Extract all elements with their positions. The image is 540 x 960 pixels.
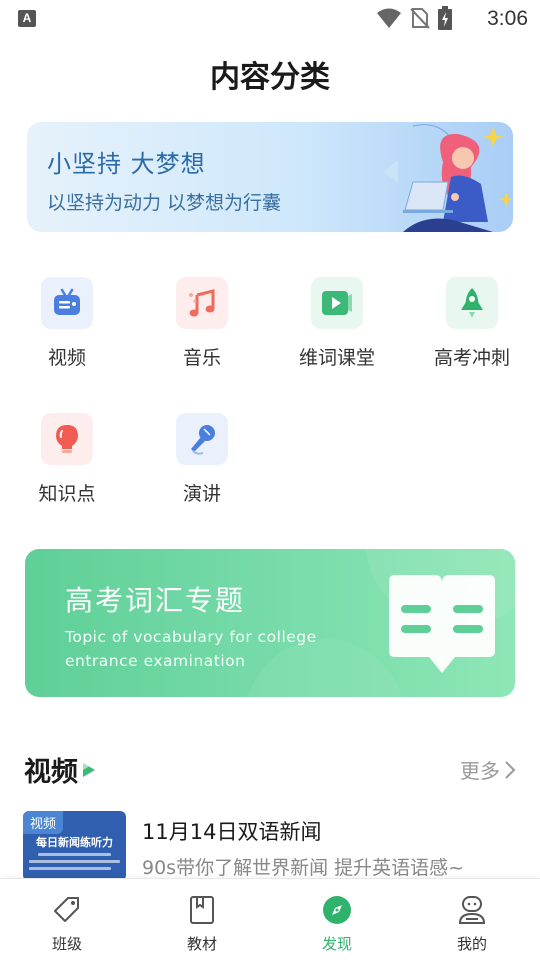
- page-title: 内容分类: [210, 60, 330, 95]
- vocab-card-title: 高考词汇专题: [65, 584, 246, 617]
- category-exam-sprint[interactable]: 高考冲刺: [422, 277, 522, 370]
- nav-label: 班级: [51, 935, 82, 953]
- more-link[interactable]: 更多: [460, 755, 516, 784]
- category-vocab-class[interactable]: 维词课堂: [287, 277, 387, 370]
- video-title[interactable]: 11月14日双语新闻: [142, 816, 321, 846]
- clock: 3:06: [487, 7, 528, 30]
- music-note-icon: [176, 277, 228, 329]
- thumbnail-text-lines: [29, 853, 120, 874]
- category-label: 音乐: [182, 347, 221, 369]
- bottom-navigation: 班级 教材 发现 我的: [0, 878, 540, 960]
- category-video[interactable]: 视频: [17, 277, 117, 370]
- promo-banner[interactable]: 小坚持 大梦想 以坚持为动力 以梦想为行囊: [27, 122, 513, 232]
- category-label: 高考冲刺: [433, 347, 510, 369]
- nav-tab-discover[interactable]: 发现: [292, 879, 382, 960]
- nav-tab-class[interactable]: 班级: [22, 879, 112, 960]
- video-play-icon: [311, 277, 363, 329]
- nav-label: 发现: [321, 935, 352, 953]
- status-bar: A 3:06: [0, 0, 540, 36]
- video-thumbnail[interactable]: 视频 每日新闻练听力: [23, 811, 126, 881]
- no-sim-icon: [410, 8, 430, 29]
- battery-charging-icon: [438, 6, 452, 30]
- more-label: 更多: [460, 759, 500, 783]
- notification-badge: A: [18, 10, 36, 27]
- category-speech[interactable]: 演讲: [152, 413, 252, 506]
- nav-label: 我的: [456, 935, 487, 953]
- category-label: 演讲: [182, 483, 221, 505]
- play-triangle-icon: [83, 763, 95, 777]
- status-icons: [376, 6, 452, 30]
- vocab-topic-card[interactable]: 高考词汇专题 Topic of vocabulary for college e…: [25, 549, 515, 697]
- vocab-card-subtitle: Topic of vocabulary for college entrance…: [65, 628, 317, 670]
- category-label: 知识点: [38, 483, 96, 505]
- thumbnail-caption: 每日新闻练听力: [36, 836, 113, 849]
- nav-tab-profile[interactable]: 我的: [427, 879, 517, 960]
- banner-subtitle: 以坚持为动力 以梦想为行囊: [47, 192, 282, 214]
- wifi-icon: [377, 8, 401, 28]
- compass-icon: [323, 896, 351, 924]
- chevron-right-icon: [505, 760, 516, 779]
- nav-tab-textbook[interactable]: 教材: [157, 879, 247, 960]
- book-icon: [190, 896, 214, 924]
- video-section-title: 视频: [24, 757, 78, 788]
- nav-label: 教材: [186, 935, 217, 953]
- microphone-icon: [176, 413, 228, 465]
- category-music[interactable]: 音乐: [152, 277, 252, 370]
- lightbulb-icon: [41, 413, 93, 465]
- tv-icon: [41, 277, 93, 329]
- category-knowledge-points[interactable]: 知识点: [17, 413, 117, 506]
- banner-title: 小坚持 大梦想: [47, 150, 206, 178]
- rocket-icon: [446, 277, 498, 329]
- video-description: 90s带你了解世界新闻 提升英语语感~: [142, 857, 465, 879]
- video-badge: 视频: [23, 811, 64, 834]
- category-label: 维词课堂: [298, 347, 375, 369]
- tag-icon: [54, 897, 79, 922]
- profile-icon: [458, 896, 486, 924]
- open-book-icon: [389, 575, 495, 673]
- girl-with-laptop-illustration: [383, 124, 513, 232]
- category-label: 视频: [47, 347, 86, 369]
